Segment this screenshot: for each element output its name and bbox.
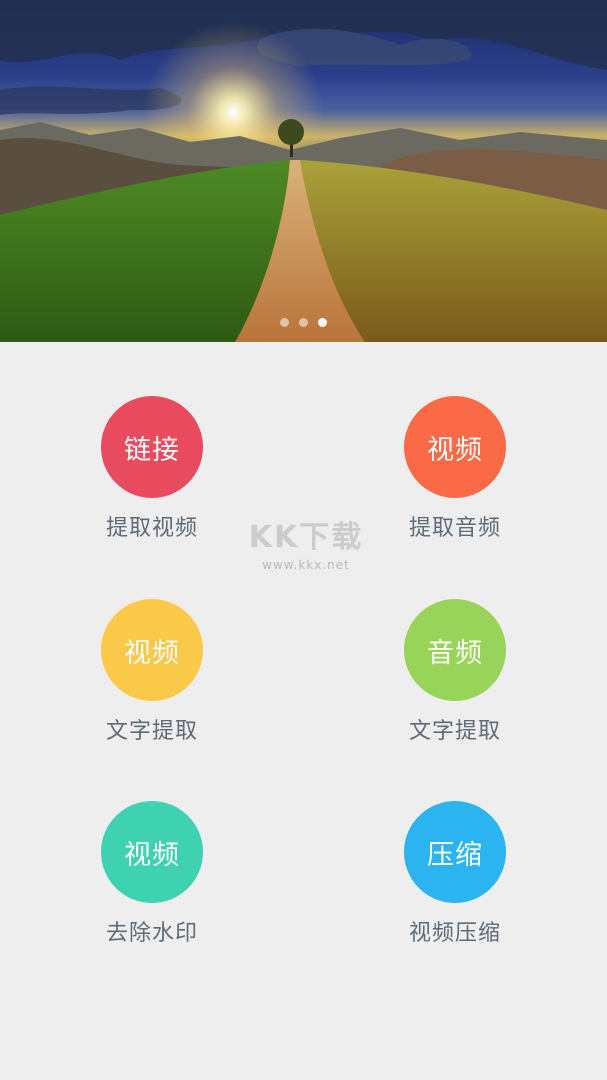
tool-label: 去除水印 xyxy=(105,921,198,946)
video-icon-circle: 视频 xyxy=(101,599,203,701)
carousel-dot[interactable] xyxy=(280,318,289,327)
tool-grid: 链接 提取视频 视频 提取音频 视频 文字提取 音频 文字提取 视频 去除水印 … xyxy=(0,342,607,1080)
tool-video-text-extract[interactable]: 视频 文字提取 xyxy=(72,599,232,759)
compress-icon-circle: 压缩 xyxy=(404,801,506,903)
video-icon-circle: 视频 xyxy=(404,396,506,498)
carousel-dot[interactable] xyxy=(299,318,308,327)
tool-video-remove-watermark[interactable]: 视频 去除水印 xyxy=(72,801,232,961)
audio-icon-circle: 音频 xyxy=(404,599,506,701)
tool-label: 文字提取 xyxy=(105,719,198,744)
link-icon-circle: 链接 xyxy=(101,396,203,498)
carousel-dot-active[interactable] xyxy=(318,318,327,327)
tool-video-extract-audio[interactable]: 视频 提取音频 xyxy=(375,396,535,556)
carousel-indicator xyxy=(0,318,607,334)
banner-image xyxy=(0,0,607,342)
tool-link-extract-video[interactable]: 链接 提取视频 xyxy=(72,396,232,556)
tool-label: 视频压缩 xyxy=(408,921,501,946)
tool-label: 提取视频 xyxy=(105,516,198,541)
tool-label: 提取音频 xyxy=(408,516,501,541)
video-icon-circle: 视频 xyxy=(101,801,203,903)
tool-audio-text-extract[interactable]: 音频 文字提取 xyxy=(375,599,535,759)
banner-carousel[interactable] xyxy=(0,0,607,342)
tool-label: 文字提取 xyxy=(408,719,501,744)
tool-video-compress[interactable]: 压缩 视频压缩 xyxy=(375,801,535,961)
